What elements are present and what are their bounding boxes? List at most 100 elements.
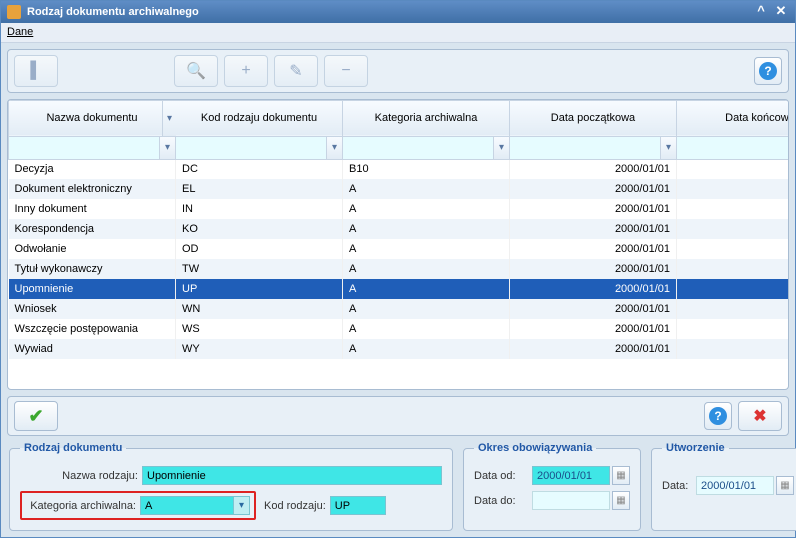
cell-kat: A bbox=[343, 239, 510, 259]
cell-kod: WY bbox=[176, 339, 343, 359]
pencil-icon: ✎ bbox=[289, 61, 302, 81]
cell-kat: A bbox=[343, 199, 510, 219]
magnifier-icon: 🔍 bbox=[186, 61, 206, 81]
col-header-dp[interactable]: Data początkowa bbox=[510, 100, 677, 136]
check-icon: ✔ bbox=[28, 406, 43, 427]
close-window-button[interactable]: ✕ bbox=[773, 4, 789, 20]
cell-dk bbox=[677, 259, 790, 279]
data-do-label: Data do: bbox=[474, 495, 532, 507]
kat-archiwalna-label: Kategoria archiwalna: bbox=[26, 500, 140, 512]
utw-data-label: Data: bbox=[662, 480, 696, 492]
toolbar-delete-button[interactable]: ▌ bbox=[14, 55, 58, 87]
col-header-kat[interactable]: Kategoria archiwalna bbox=[343, 100, 510, 136]
cell-kat: A bbox=[343, 279, 510, 299]
col-header-kod[interactable]: Kod rodzaju dokumentu bbox=[176, 100, 343, 136]
confirm-button[interactable]: ✔ bbox=[14, 401, 58, 431]
cell-dk bbox=[677, 299, 790, 319]
cell-dp: 2000/01/01 bbox=[510, 159, 677, 179]
table-row[interactable]: OdwołanieODA2000/01/01 bbox=[9, 239, 790, 259]
cell-name: Wywiad bbox=[9, 339, 176, 359]
data-od-input[interactable] bbox=[532, 466, 610, 485]
cell-kod: DC bbox=[176, 159, 343, 179]
menu-dane[interactable]: Dane bbox=[7, 26, 33, 38]
cell-dk bbox=[677, 159, 790, 179]
table-row[interactable]: KorespondencjaKOA2000/01/01 bbox=[9, 219, 790, 239]
utw-data-picker[interactable]: ▦ bbox=[776, 476, 794, 495]
table-row[interactable]: Dokument elektronicznyELA2000/01/01 bbox=[9, 179, 790, 199]
toolbar-edit-button[interactable]: ✎ bbox=[274, 55, 318, 87]
kat-archiwalna-dropdown[interactable]: ▾ bbox=[234, 496, 250, 515]
cell-dp: 2000/01/01 bbox=[510, 339, 677, 359]
filter-dp-caret[interactable]: ▾ bbox=[660, 137, 676, 159]
col-header-dk[interactable]: Data końcowa bbox=[677, 100, 790, 136]
nazwa-rodzaju-label: Nazwa rodzaju: bbox=[20, 470, 142, 482]
filter-dk[interactable] bbox=[677, 137, 789, 159]
cell-kod: KO bbox=[176, 219, 343, 239]
question-icon: ? bbox=[709, 407, 727, 425]
data-table-panel: Nazwa dokumentu▾ Kod rodzaju dokumentu K… bbox=[7, 99, 789, 391]
filter-kod[interactable] bbox=[176, 137, 326, 159]
cell-dk bbox=[677, 179, 790, 199]
cell-kat: A bbox=[343, 179, 510, 199]
toolbar-add-button[interactable]: + bbox=[224, 55, 268, 87]
toolbar-remove-button[interactable]: − bbox=[324, 55, 368, 87]
cell-kat: B10 bbox=[343, 159, 510, 179]
table-row[interactable]: WywiadWYA2000/01/01 bbox=[9, 339, 790, 359]
minimize-to-tray-button[interactable]: ^ bbox=[753, 4, 769, 20]
documents-table: Nazwa dokumentu▾ Kod rodzaju dokumentu K… bbox=[8, 100, 789, 360]
trash-icon: ▌ bbox=[30, 62, 41, 80]
filter-kat-caret[interactable]: ▾ bbox=[493, 137, 509, 159]
toolbar-search-button[interactable]: 🔍 bbox=[174, 55, 218, 87]
cell-name: Decyzja bbox=[9, 159, 176, 179]
cell-name: Upomnienie bbox=[9, 279, 176, 299]
cell-kod: WS bbox=[176, 319, 343, 339]
filter-name-caret[interactable]: ▾ bbox=[159, 137, 175, 159]
filter-dp[interactable] bbox=[510, 137, 660, 159]
table-row[interactable]: WniosekWNA2000/01/01 bbox=[9, 299, 790, 319]
data-do-input[interactable] bbox=[532, 491, 610, 510]
cell-name: Dokument elektroniczny bbox=[9, 179, 176, 199]
table-row[interactable]: Wszczęcie postępowaniaWSA2000/01/01 bbox=[9, 319, 790, 339]
rodzaj-legend: Rodzaj dokumentu bbox=[20, 442, 126, 454]
table-row[interactable]: DecyzjaDCB102000/01/01 bbox=[9, 159, 790, 179]
app-icon bbox=[7, 5, 21, 19]
window-title: Rodzaj dokumentu archiwalnego bbox=[27, 6, 199, 18]
okres-legend: Okres obowiązywania bbox=[474, 442, 596, 454]
kat-archiwalna-input[interactable] bbox=[140, 496, 234, 515]
cell-name: Wniosek bbox=[9, 299, 176, 319]
data-do-picker[interactable]: ▦ bbox=[612, 491, 630, 510]
filter-kod-caret[interactable]: ▾ bbox=[326, 137, 342, 159]
col-header-name[interactable]: Nazwa dokumentu▾ bbox=[9, 100, 176, 136]
toolbar-help-button[interactable]: ? bbox=[754, 57, 782, 85]
cell-name: Korespondencja bbox=[9, 219, 176, 239]
cell-dp: 2000/01/01 bbox=[510, 319, 677, 339]
cell-kat: A bbox=[343, 339, 510, 359]
utw-legend: Utworzenie bbox=[662, 442, 729, 454]
utw-data-input[interactable] bbox=[696, 476, 774, 495]
table-row[interactable]: UpomnienieUPA2000/01/01 bbox=[9, 279, 790, 299]
cell-dp: 2000/01/01 bbox=[510, 199, 677, 219]
filter-kat[interactable] bbox=[343, 137, 493, 159]
plus-icon: + bbox=[241, 62, 250, 80]
table-row[interactable]: Tytuł wykonawczyTWA2000/01/01 bbox=[9, 259, 790, 279]
utworzenie-fieldset: Utworzenie Data: ▦ bbox=[651, 442, 796, 531]
okres-fieldset: Okres obowiązywania Data od: ▦ Data do: … bbox=[463, 442, 641, 531]
nazwa-rodzaju-input[interactable] bbox=[142, 466, 442, 485]
filter-name[interactable] bbox=[9, 137, 159, 159]
table-row[interactable]: Inny dokumentINA2000/01/01 bbox=[9, 199, 790, 219]
cell-dp: 2000/01/01 bbox=[510, 299, 677, 319]
action-panel: ✔ ? ✖ bbox=[7, 396, 789, 436]
kod-rodzaju-input[interactable] bbox=[330, 496, 386, 515]
col-menu-name[interactable]: ▾ bbox=[162, 101, 176, 136]
cell-dk bbox=[677, 219, 790, 239]
data-od-picker[interactable]: ▦ bbox=[612, 466, 630, 485]
cancel-button[interactable]: ✖ bbox=[738, 401, 782, 431]
cell-kat: A bbox=[343, 259, 510, 279]
action-help-button[interactable]: ? bbox=[704, 402, 732, 430]
table-body: DecyzjaDCB102000/01/01Dokument elektroni… bbox=[9, 159, 790, 359]
cell-dk bbox=[677, 199, 790, 219]
cell-kod: WN bbox=[176, 299, 343, 319]
titlebar: Rodzaj dokumentu archiwalnego ^ ✕ bbox=[1, 1, 795, 23]
toolbar: ▌ 🔍 + ✎ − ? bbox=[7, 49, 789, 93]
cell-kod: TW bbox=[176, 259, 343, 279]
